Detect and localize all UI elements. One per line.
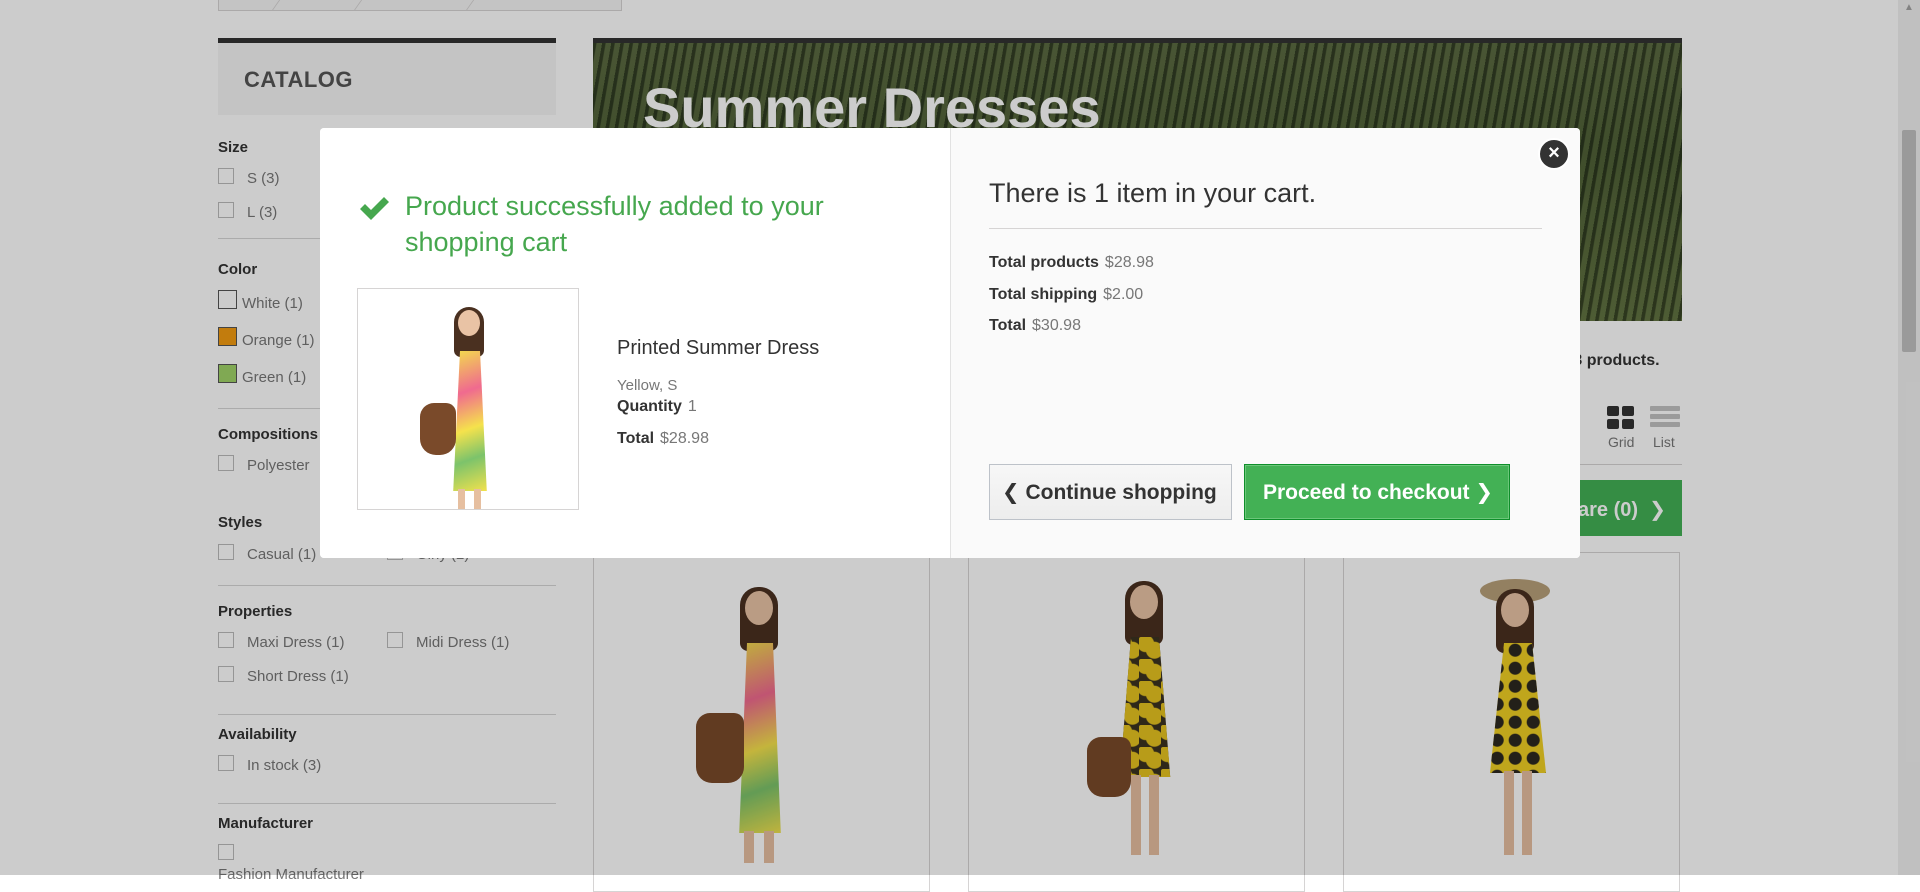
total-shipping-row: Total shipping $2.00 bbox=[989, 286, 1143, 304]
check-icon bbox=[360, 197, 389, 220]
success-message: Product successfully added to your shopp… bbox=[405, 191, 824, 257]
cart-divider bbox=[989, 228, 1542, 229]
quantity-label: Quantity bbox=[617, 398, 682, 415]
cart-summary-panel: There is 1 item in your cart. Total prod… bbox=[950, 128, 1580, 558]
added-product-panel: Product successfully added to your shopp… bbox=[320, 128, 950, 558]
total-shipping-label: Total shipping bbox=[989, 286, 1098, 303]
total-products-label: Total products bbox=[989, 254, 1099, 271]
total-shipping-value: $2.00 bbox=[1103, 286, 1144, 303]
add-to-cart-modal: Product successfully added to your shopp… bbox=[320, 128, 1580, 558]
added-product-total: Total $28.98 bbox=[617, 430, 709, 448]
chevron-right-icon: ❯ bbox=[1475, 481, 1494, 504]
added-product-name: Printed Summer Dress bbox=[617, 337, 820, 359]
cart-item-count: There is 1 item in your cart. bbox=[989, 178, 1317, 208]
category-page: CATALOG Size S (3) L (3) Color White (1)… bbox=[0, 0, 1920, 892]
proceed-to-checkout-label: Proceed to checkout bbox=[1263, 481, 1470, 504]
close-icon[interactable]: × bbox=[1538, 138, 1570, 170]
continue-shopping-button[interactable]: ❮ Continue shopping bbox=[989, 464, 1232, 520]
continue-shopping-label: Continue shopping bbox=[1025, 481, 1217, 504]
total-products-value: $28.98 bbox=[1104, 254, 1154, 271]
added-product-attributes: Yellow, S bbox=[617, 377, 678, 394]
added-product-image bbox=[357, 288, 579, 510]
total-products-row: Total products $28.98 bbox=[989, 254, 1154, 272]
product-total-value: $28.98 bbox=[660, 430, 709, 447]
chevron-left-icon: ❮ bbox=[1002, 481, 1020, 504]
added-product-quantity: Quantity 1 bbox=[617, 398, 697, 416]
product-total-label: Total bbox=[617, 430, 655, 447]
cart-total-row: Total $30.98 bbox=[989, 317, 1081, 335]
cart-total-label: Total bbox=[989, 317, 1027, 334]
quantity-value: 1 bbox=[687, 398, 697, 415]
proceed-to-checkout-button[interactable]: Proceed to checkout ❯ bbox=[1244, 464, 1510, 520]
cart-total-value: $30.98 bbox=[1032, 317, 1081, 334]
